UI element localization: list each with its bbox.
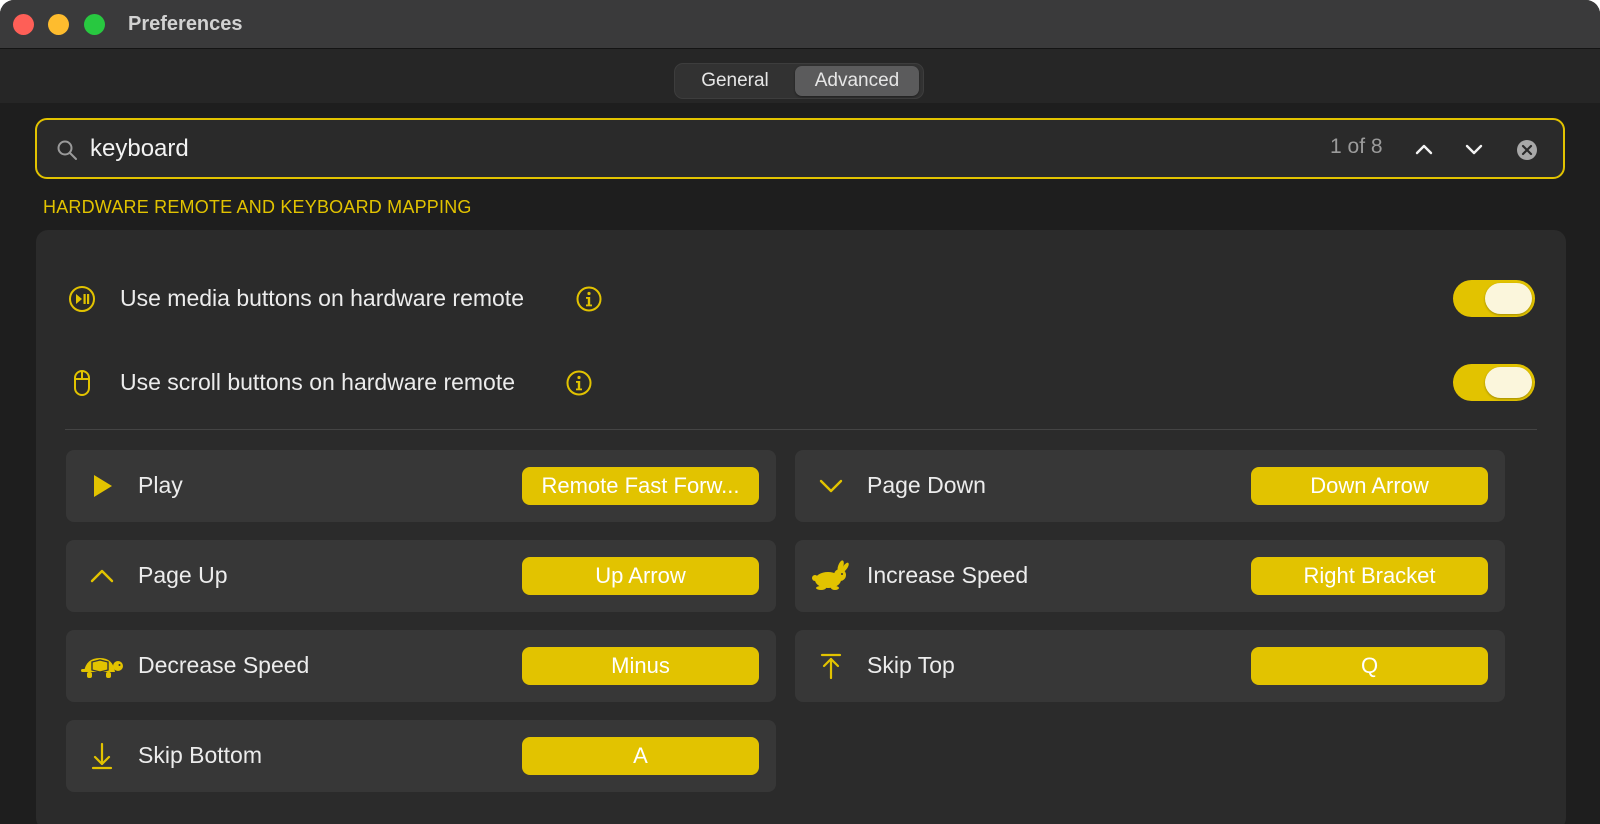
- info-icon[interactable]: [565, 369, 593, 397]
- shortcut-button-skip-bottom[interactable]: A: [522, 737, 759, 775]
- arrow-down-icon: [91, 742, 113, 770]
- preferences-window: Preferences General Advanced 1 of 8: [0, 0, 1600, 824]
- zoom-window-button[interactable]: [84, 14, 105, 35]
- remote-mapping-panel: Use media buttons on hardware remote Use…: [36, 230, 1566, 824]
- rabbit-icon: [812, 560, 849, 590]
- mapping-action-label: Page Up: [138, 562, 228, 588]
- window-title: Preferences: [128, 13, 243, 35]
- mapping-action-label: Increase Speed: [867, 562, 1029, 588]
- tab-general[interactable]: General: [679, 66, 791, 96]
- search-input[interactable]: [90, 130, 1260, 168]
- next-match-button[interactable]: [1460, 135, 1488, 163]
- shortcut-button-skip-top[interactable]: Q: [1251, 647, 1488, 685]
- section-title: HARDWARE REMOTE AND KEYBOARD MAPPING: [43, 197, 472, 217]
- minimize-window-button[interactable]: [48, 14, 69, 35]
- title-bar: Preferences: [0, 0, 1600, 49]
- search-match-count: 1 of 8: [1330, 135, 1383, 158]
- mapping-action-label: Skip Bottom: [138, 742, 262, 768]
- search-field[interactable]: 1 of 8: [35, 118, 1565, 179]
- toggle-label-media-buttons: Use media buttons on hardware remote: [120, 285, 524, 311]
- turtle-icon: [81, 658, 123, 678]
- mouse-icon: [74, 370, 90, 396]
- mapping-action-label: Decrease Speed: [138, 652, 310, 678]
- clear-search-icon[interactable]: [1514, 137, 1540, 163]
- search-icon: [57, 140, 77, 160]
- chevron-up-icon: [90, 569, 114, 583]
- play-icon: [94, 475, 112, 497]
- section-divider: [65, 429, 1537, 430]
- shortcut-button-page-down[interactable]: Down Arrow: [1251, 467, 1488, 505]
- advanced-pane: 1 of 8 HARDWARE REMOTE AND KEYBOARD MAPP…: [0, 103, 1600, 824]
- arrow-up-to-line-icon: [820, 653, 842, 680]
- chevron-down-icon: [819, 479, 843, 493]
- mapping-card-play: Play Remote Fast Forw...: [66, 450, 776, 522]
- shortcut-button-play[interactable]: Remote Fast Forw...: [522, 467, 759, 505]
- shortcut-button-page-up[interactable]: Up Arrow: [522, 557, 759, 595]
- mapping-card-page-up: Page Up Up Arrow: [66, 540, 776, 612]
- mapping-card-page-down: Page Down Down Arrow: [795, 450, 1505, 522]
- play-pause-icon: [69, 286, 95, 312]
- info-icon[interactable]: [575, 285, 603, 313]
- close-window-button[interactable]: [13, 14, 34, 35]
- toggle-knob: [1485, 367, 1532, 398]
- mapping-card-decrease-speed: Decrease Speed Minus: [66, 630, 776, 702]
- scroll-buttons-toggle[interactable]: [1453, 364, 1535, 401]
- mapping-action-label: Page Down: [867, 472, 986, 498]
- mapping-card-increase-speed: Increase Speed Right Bracket: [795, 540, 1505, 612]
- shortcut-button-increase-speed[interactable]: Right Bracket: [1251, 557, 1488, 595]
- toolbar: General Advanced: [0, 49, 1600, 103]
- toggle-row-media-buttons: Use media buttons on hardware remote: [36, 269, 1566, 329]
- toggle-row-scroll-buttons: Use scroll buttons on hardware remote: [36, 353, 1566, 413]
- toggle-knob: [1485, 283, 1532, 314]
- mapping-action-label: Skip Top: [867, 652, 955, 678]
- mapping-card-skip-top: Skip Top Q: [795, 630, 1505, 702]
- shortcut-button-decrease-speed[interactable]: Minus: [522, 647, 759, 685]
- preferences-tab-control: General Advanced: [674, 63, 924, 99]
- mapping-card-skip-bottom: Skip Bottom A: [66, 720, 776, 792]
- media-buttons-toggle[interactable]: [1453, 280, 1535, 317]
- mapping-action-label: Play: [138, 472, 183, 498]
- previous-match-button[interactable]: [1410, 135, 1438, 163]
- toggle-label-scroll-buttons: Use scroll buttons on hardware remote: [120, 369, 516, 395]
- tab-advanced[interactable]: Advanced: [795, 66, 919, 96]
